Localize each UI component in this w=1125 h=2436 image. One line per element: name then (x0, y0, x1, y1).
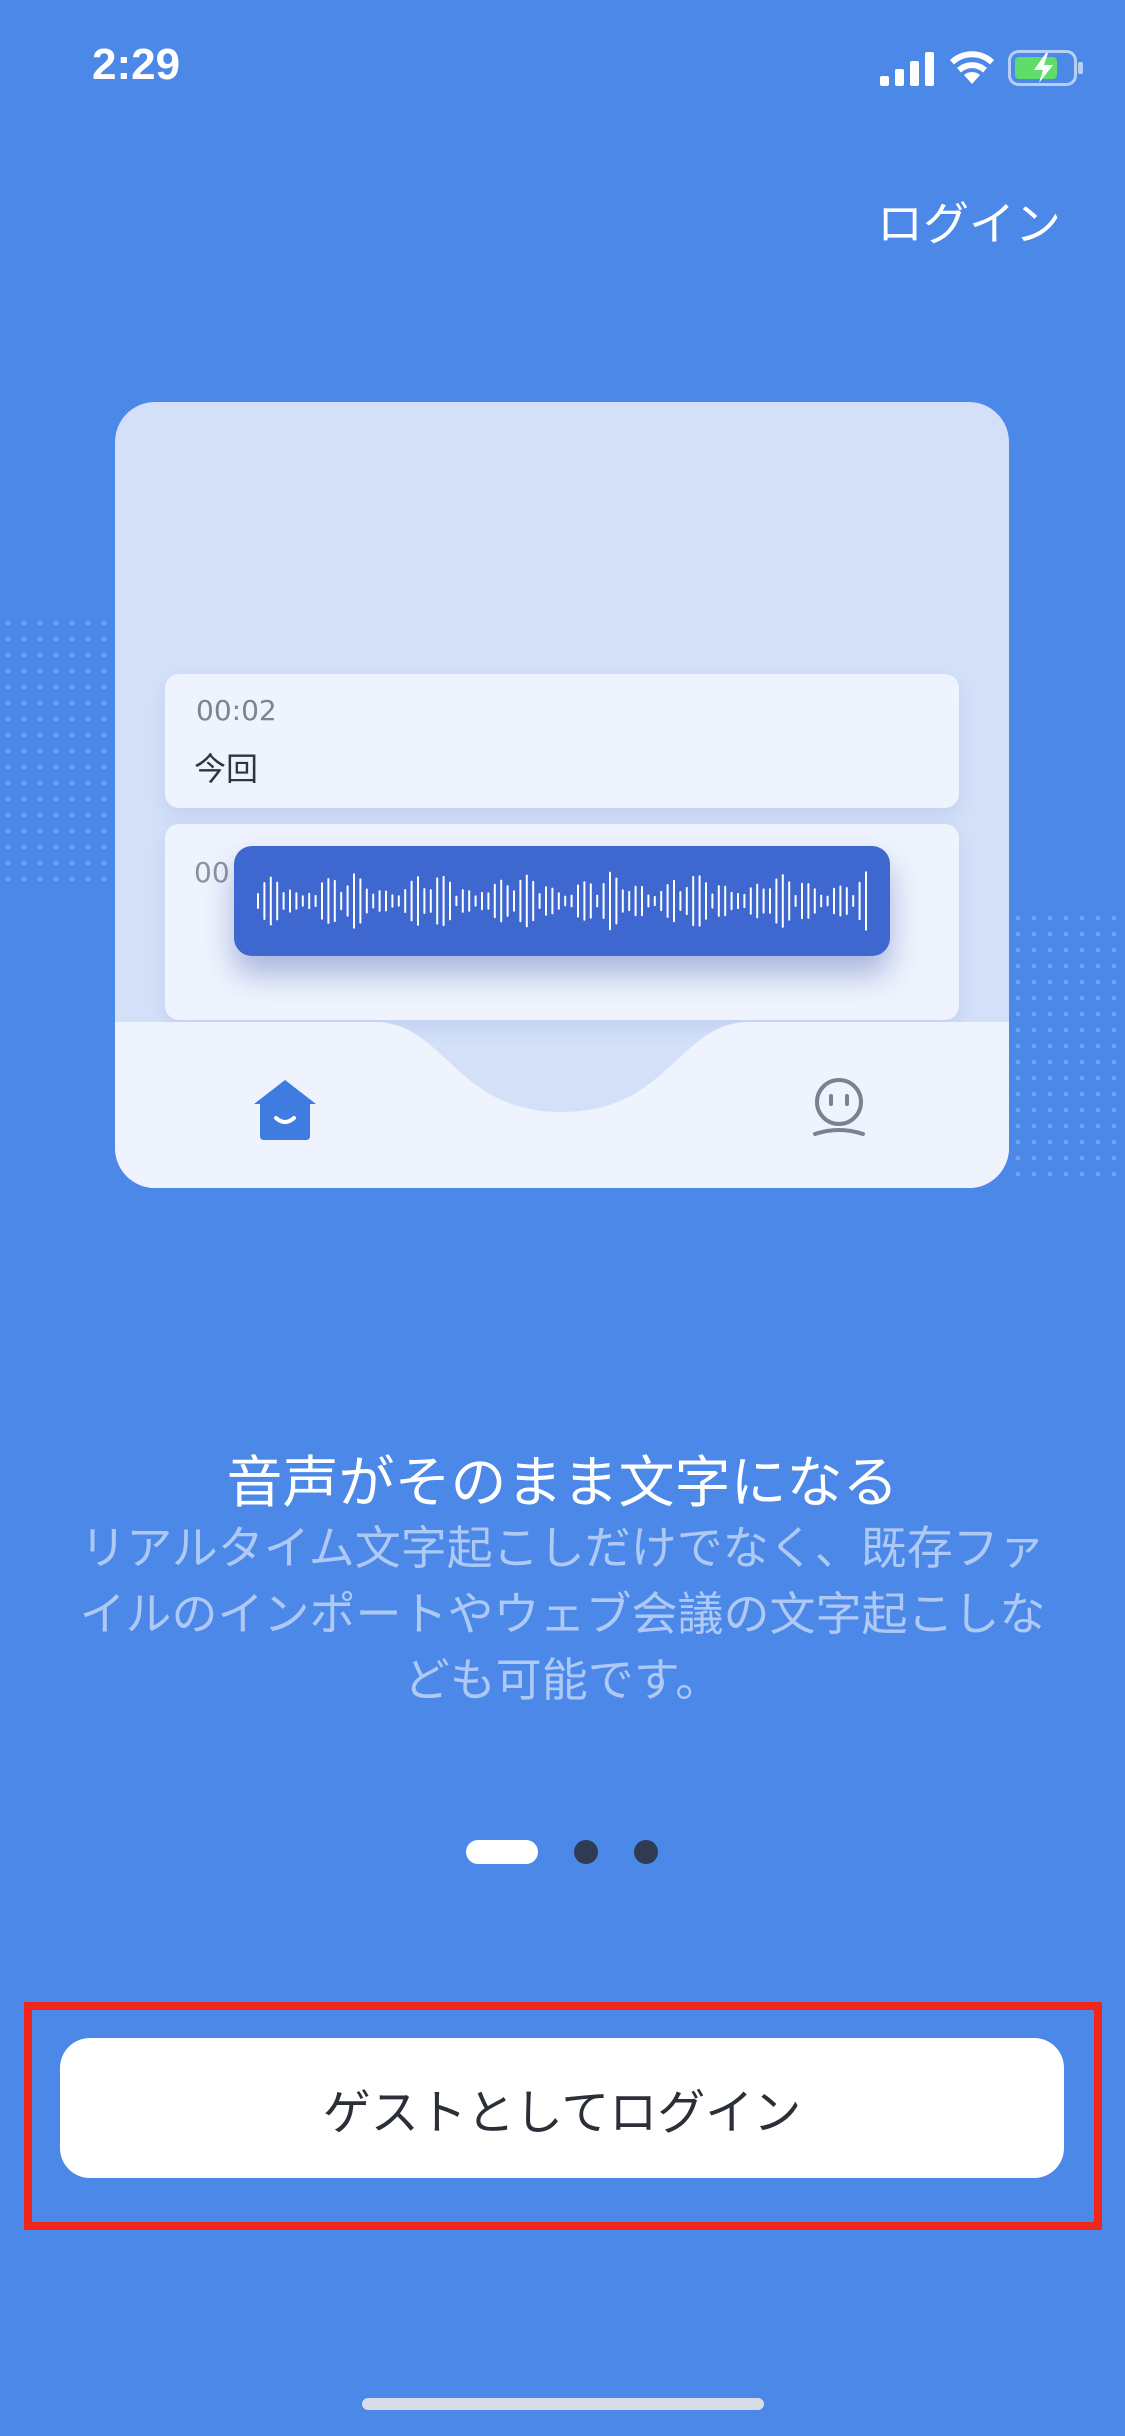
status-bar: 2:29 (0, 0, 1125, 130)
home-icon (254, 1080, 316, 1140)
page-dot (634, 1840, 658, 1864)
profile-icon (813, 1078, 865, 1136)
signal-icon (880, 52, 934, 86)
onboarding-title: 音声がそのまま文字になる (226, 1451, 899, 1516)
dot-pattern-right (1010, 910, 1125, 1180)
dot-pattern-left (0, 615, 116, 885)
transcript-text: 今回 (194, 750, 259, 788)
battery-charging-icon (1008, 50, 1083, 86)
onboarding-description: リアルタイム文字起こしだけでなく、既存ファイルのインポートやウェブ会議の文字起こ… (79, 1521, 1046, 1707)
page-indicator (0, 1838, 1125, 1868)
waveform-icon (257, 871, 867, 931)
waveform-bar (234, 846, 890, 956)
page-dot (574, 1840, 598, 1864)
page-dot-active (466, 1840, 538, 1864)
login-link[interactable]: ログイン (877, 188, 1061, 254)
onboarding-illustration: 00:02 今回 00 (115, 402, 1009, 1188)
guest-login-button[interactable]: ゲストとしてログイン (60, 2038, 1064, 2178)
status-time: 2:29 (92, 40, 181, 89)
illustration-tabbar (115, 1022, 1009, 1188)
transcript-time: 00:02 (196, 694, 277, 727)
transcript-time: 00 (194, 856, 230, 889)
wifi-icon (950, 51, 994, 84)
home-indicator (362, 2398, 764, 2410)
transcript-card: 00:02 今回 (165, 674, 959, 808)
